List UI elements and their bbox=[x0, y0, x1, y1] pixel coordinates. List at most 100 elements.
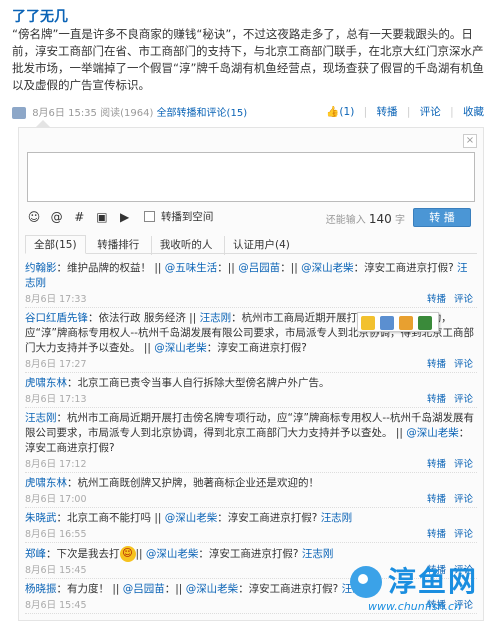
hashtag-icon[interactable]: # bbox=[72, 210, 86, 224]
comment-time: 8月6日 16:55 bbox=[25, 529, 87, 540]
comment-reply-button[interactable]: 评论 bbox=[454, 394, 473, 405]
source-icon bbox=[12, 107, 26, 119]
comment-reply-button[interactable]: 评论 bbox=[454, 359, 473, 370]
comment-author[interactable]: 郑峰 bbox=[25, 548, 46, 560]
comment-author[interactable]: 谷口红盾先锋 bbox=[25, 312, 88, 324]
comment-segment: ：淳安工商进京打假? bbox=[238, 583, 342, 595]
comment-repost-button[interactable]: 转播 bbox=[427, 359, 446, 370]
comment-repost-button[interactable]: 转播 bbox=[427, 294, 446, 305]
fish-logo-icon bbox=[350, 566, 382, 598]
favorite-button[interactable]: 收藏 bbox=[463, 106, 484, 118]
remaining-unit: 字 bbox=[395, 215, 405, 226]
comment-segment: ：淳安工商进京打假? bbox=[353, 262, 458, 274]
comment-segment: ：淳安工商进京打假? bbox=[198, 548, 302, 560]
mention-link[interactable]: @五味生活 bbox=[165, 262, 218, 274]
comment-footer: 8月6日 17:27 转播 评论 bbox=[25, 356, 477, 370]
comment-segment: || bbox=[135, 548, 146, 560]
comment-text: 汪志刚：杭州市工商局近期开展打击傍名牌专项行动，应“淳”牌商标专用权人--杭州千… bbox=[25, 411, 477, 456]
comment-segment: ：北京工商已责令当事人自行拆除大型傍名牌户外广告。 bbox=[67, 377, 330, 389]
comment-text: 虎啸东林：杭州工商既创牌又护牌，驰著商标企业还是欢迎的！ bbox=[25, 476, 477, 491]
repost-to-space-checkbox[interactable] bbox=[144, 211, 156, 222]
mention-link[interactable]: 汪志刚 bbox=[302, 548, 334, 560]
comment-segment: ：下次是我去打 bbox=[46, 548, 120, 560]
folder-icon[interactable] bbox=[399, 316, 413, 330]
comment-item: 朱晓武：北京工商不能打吗 || @深山老柴：淳安工商进京打假? 汪志刚 8月6日 … bbox=[25, 508, 477, 543]
comment-repost-button[interactable]: 转播 bbox=[427, 394, 446, 405]
comment-author[interactable]: 汪志刚 bbox=[25, 412, 57, 424]
comment-actions: 转播 评论 bbox=[419, 526, 473, 540]
mention-link[interactable]: @深山老柴 bbox=[406, 427, 459, 439]
mention-link[interactable]: @深山老柴 bbox=[301, 262, 354, 274]
comment-reply-button[interactable]: 评论 bbox=[454, 294, 473, 305]
image-icon[interactable]: ▣ bbox=[95, 210, 109, 224]
close-icon[interactable]: × bbox=[463, 134, 477, 148]
comment-footer: 8月6日 17:13 转播 评论 bbox=[25, 391, 477, 405]
comment-repost-button[interactable]: 转播 bbox=[427, 459, 446, 470]
save-icon[interactable] bbox=[380, 316, 394, 330]
post-meta: 8月6日 15:35 阅读(1964) 全部转播和评论(15) 👍(1) | 转… bbox=[12, 104, 490, 122]
tab-following[interactable]: 我收听的人 bbox=[150, 236, 221, 255]
comment-actions: 转播 评论 bbox=[419, 291, 473, 305]
mention-link[interactable]: 汪志刚 bbox=[200, 312, 232, 324]
remaining-count: 140 bbox=[368, 212, 392, 226]
comment-repost-button[interactable]: 转播 bbox=[427, 494, 446, 505]
mention-link[interactable]: @吕园苗 bbox=[238, 262, 280, 274]
mention-link[interactable]: @吕园苗 bbox=[123, 583, 165, 595]
comment-author[interactable]: 朱晓武 bbox=[25, 512, 57, 524]
comment-text: 虎啸东林：北京工商已责令当事人自行拆除大型傍名牌户外广告。 bbox=[25, 376, 477, 391]
emoji-icon[interactable]: ☺ bbox=[27, 210, 41, 224]
watermark-url: www.chunfish.cn bbox=[368, 600, 462, 613]
comment-button[interactable]: 评论 bbox=[420, 106, 441, 118]
comment-segment: ：北京工商不能打吗 || bbox=[56, 512, 165, 524]
smile-icon[interactable] bbox=[361, 316, 375, 330]
comment-reply-button[interactable]: 评论 bbox=[454, 494, 473, 505]
repost-button[interactable]: 转播 bbox=[377, 106, 398, 118]
post-actions: 👍(1) | 转播 | 评论 | 收藏 bbox=[326, 106, 484, 118]
mention-icon[interactable]: @ bbox=[50, 210, 64, 224]
mention-link[interactable]: @深山老柴 bbox=[146, 548, 199, 560]
comment-item: 约翰影：维护品牌的权益！ || @五味生活：|| @吕园苗：|| @深山老柴：淳… bbox=[25, 258, 477, 308]
comment-item: 虎啸东林：杭州工商既创牌又护牌，驰著商标企业还是欢迎的！ 8月6日 17:00 转播… bbox=[25, 473, 477, 508]
post-author[interactable]: 了了无几 bbox=[12, 6, 68, 26]
tab-repost-rank[interactable]: 转播排行 bbox=[89, 236, 147, 255]
comment-author[interactable]: 虎啸东林 bbox=[25, 477, 67, 489]
submit-repost-button[interactable]: 转 播 bbox=[413, 208, 471, 227]
comment-item: 虎啸东林：北京工商已责令当事人自行拆除大型傍名牌户外广告。 8月6日 17:13 转… bbox=[25, 373, 477, 408]
emoticon-icon: ☺ bbox=[119, 546, 136, 562]
comment-author[interactable]: 约翰影 bbox=[25, 262, 57, 274]
comment-segment: ：维护品牌的权益！ || bbox=[56, 262, 165, 274]
like-count[interactable]: (1) bbox=[339, 106, 354, 118]
comment-time: 8月6日 17:13 bbox=[25, 394, 87, 405]
watermark-title: 淳鱼网 bbox=[388, 565, 479, 598]
repost-input[interactable] bbox=[27, 152, 475, 202]
comment-tabs: 全部(15) 转播排行 我收听的人 认证用户(4) bbox=[25, 232, 477, 255]
post-time: 8月6日 15:35 bbox=[32, 108, 97, 119]
edit-icon[interactable] bbox=[418, 316, 432, 330]
comment-segment: ：|| bbox=[280, 262, 302, 274]
mention-link[interactable]: @深山老柴 bbox=[186, 583, 239, 595]
comment-reply-button[interactable]: 评论 bbox=[454, 459, 473, 470]
remaining-label: 还能输入 bbox=[325, 215, 366, 226]
comment-time: 8月6日 17:00 bbox=[25, 494, 87, 505]
post-views: 阅读(1964) bbox=[100, 108, 154, 119]
panel-pointer bbox=[36, 120, 50, 127]
weibo-post-page: 了了无几 “傍名牌”一直是许多不良商家的赚钱“秘诀”，不过这夜路走多了，总有一天… bbox=[0, 0, 500, 621]
video-icon[interactable]: ▶ bbox=[118, 210, 132, 224]
like-icon[interactable]: 👍 bbox=[326, 106, 339, 118]
comment-footer: 8月6日 16:55 转播 评论 bbox=[25, 526, 477, 540]
mention-link[interactable]: @深山老柴 bbox=[165, 512, 218, 524]
comment-text: 朱晓武：北京工商不能打吗 || @深山老柴：淳安工商进京打假? 汪志刚 bbox=[25, 511, 477, 526]
all-reposts-link[interactable]: 全部转播和评论(15) bbox=[157, 108, 248, 119]
mention-link[interactable]: 汪志刚 bbox=[321, 512, 353, 524]
tab-all[interactable]: 全部(15) bbox=[25, 235, 86, 254]
comment-author[interactable]: 杨晓振 bbox=[25, 583, 57, 595]
comment-repost-button[interactable]: 转播 bbox=[427, 529, 446, 540]
comment-time: 8月6日 17:12 bbox=[25, 459, 87, 470]
comment-author[interactable]: 虎啸东林 bbox=[25, 377, 67, 389]
mention-link[interactable]: @深山老柴 bbox=[154, 342, 207, 354]
comment-segment: ：|| bbox=[217, 262, 239, 274]
comment-reply-button[interactable]: 评论 bbox=[454, 529, 473, 540]
tab-verified[interactable]: 认证用户(4) bbox=[224, 236, 298, 255]
remaining-chars: 还能输入 140 字 bbox=[326, 211, 405, 226]
comment-segment: ：杭州工商既创牌又护牌，驰著商标企业还是欢迎的！ bbox=[67, 477, 319, 489]
